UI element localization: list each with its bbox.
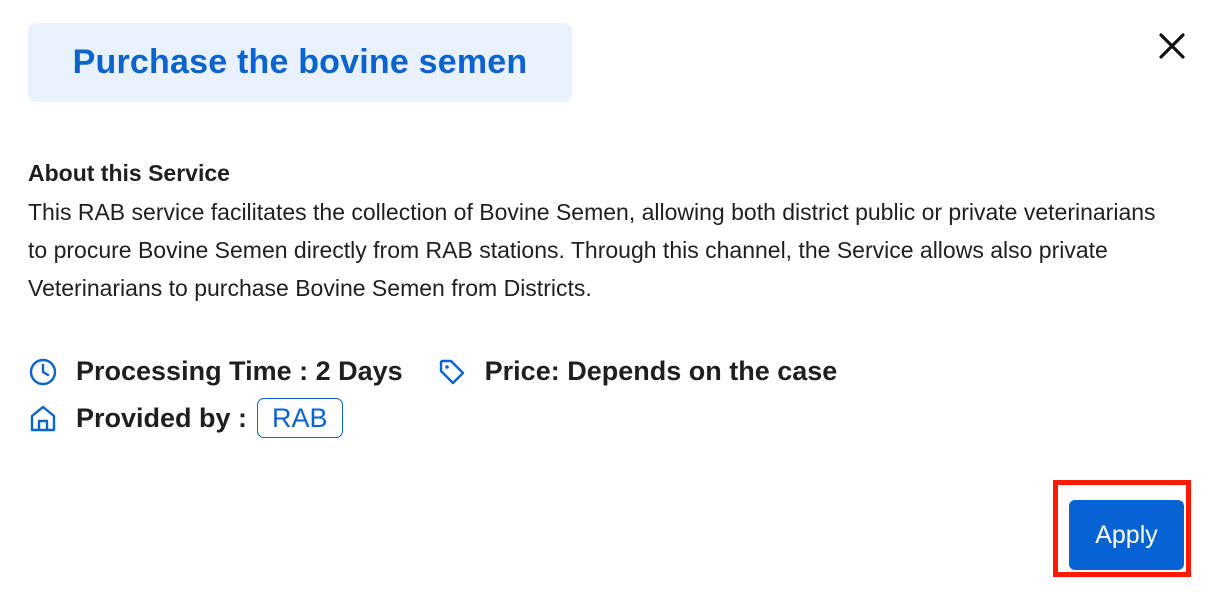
about-section: About this Service This RAB service faci… bbox=[28, 160, 1178, 307]
about-description: This RAB service facilitates the collect… bbox=[28, 199, 1156, 301]
price-tag-icon bbox=[437, 357, 467, 387]
provider-tag[interactable]: RAB bbox=[257, 398, 343, 438]
apply-button[interactable]: Apply bbox=[1069, 500, 1184, 570]
price: Price: Depends on the case bbox=[484, 356, 838, 386]
close-icon bbox=[1159, 33, 1185, 59]
clock-icon bbox=[28, 357, 58, 387]
service-dialog: Purchase the bovine semen About this Ser… bbox=[0, 0, 1216, 598]
close-button[interactable] bbox=[1150, 24, 1194, 68]
provided-by-label: Provided by : bbox=[76, 402, 248, 433]
processing-time: Processing Time : 2 Days bbox=[76, 356, 403, 386]
dialog-title: Purchase the bovine semen bbox=[72, 43, 528, 81]
service-meta-row: Processing Time : 2 Days Price: Depends … bbox=[28, 356, 837, 387]
provider-row: Provided by : RAB bbox=[28, 398, 343, 438]
about-heading: About this Service bbox=[28, 160, 230, 186]
home-icon bbox=[28, 403, 58, 433]
title-banner: Purchase the bovine semen bbox=[28, 23, 572, 102]
